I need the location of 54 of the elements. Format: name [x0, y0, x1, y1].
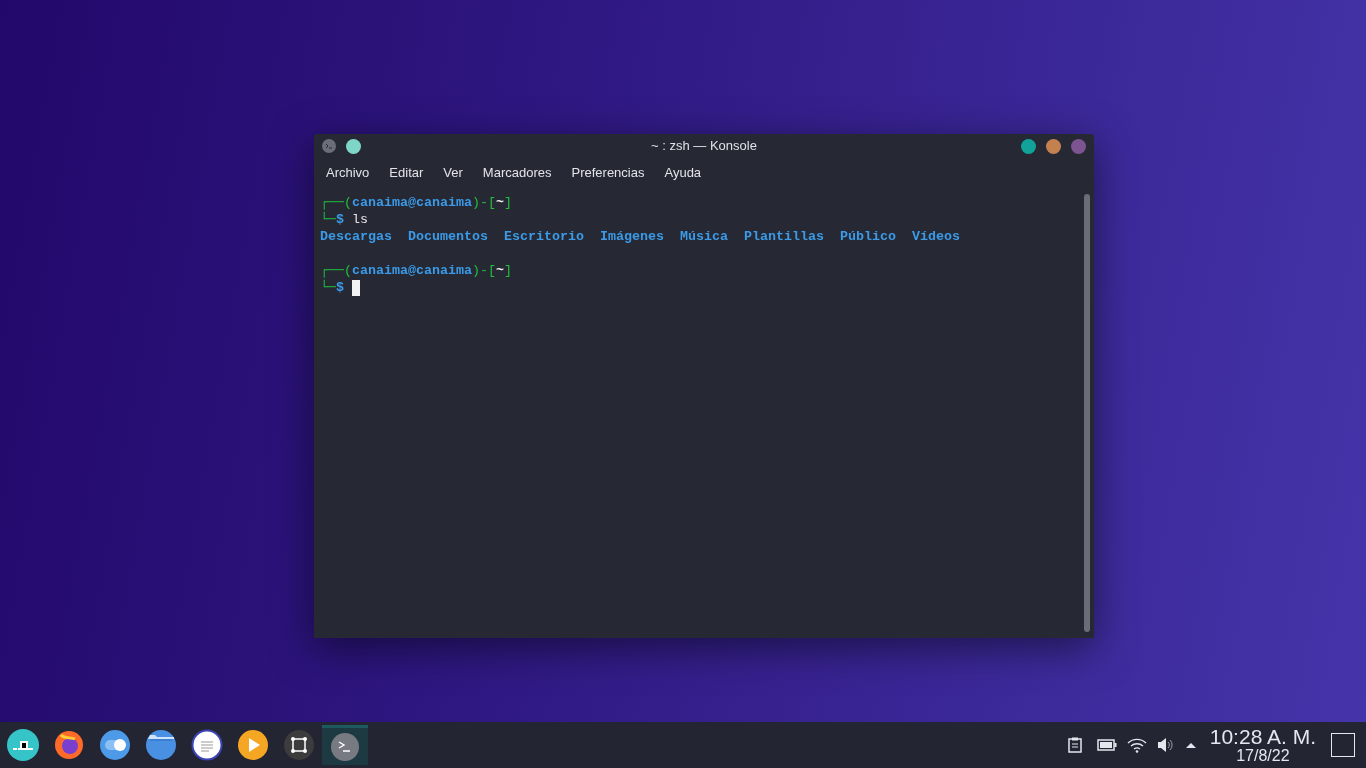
menu-item[interactable]: Editar [381, 161, 432, 185]
prompt-frame: └─ [320, 279, 336, 296]
clock-time[interactable]: 10:28 A. M. [1209, 726, 1316, 747]
directory-name: Imágenes [599, 228, 664, 245]
directory-name: Descargas [320, 228, 392, 245]
prompt-frame: ┌──( [320, 262, 352, 279]
menu-item[interactable]: Ver [435, 161, 471, 185]
menu-item[interactable]: Preferencias [563, 161, 653, 185]
directory-name: Escritorio [503, 228, 584, 245]
app-menu-icon [7, 729, 39, 761]
close-button[interactable] [1071, 138, 1086, 154]
wifi-icon[interactable] [1126, 737, 1147, 753]
menu-item[interactable]: Ayuda [656, 161, 710, 185]
prompt-frame: ┌──( [320, 194, 352, 211]
prompt-path: ~ [496, 194, 504, 211]
show-desktop-button[interactable] [1331, 733, 1355, 757]
menu-item[interactable]: Marcadores [474, 161, 560, 185]
prompt-user: canaima@canaima [352, 262, 472, 279]
speaker-icon[interactable] [1156, 737, 1173, 753]
prompt-path: ~ [496, 262, 504, 279]
terminal-icon [329, 730, 361, 763]
prompt-frame: ] [504, 194, 512, 211]
scrollbar[interactable] [1084, 194, 1090, 632]
window-menu-button[interactable] [322, 139, 336, 153]
prompt-frame: )-[ [472, 262, 496, 279]
pin-button[interactable] [346, 138, 361, 154]
command-text: ls [351, 211, 368, 228]
prompt-user: canaima@canaima [352, 194, 472, 211]
clipboard-icon[interactable] [1067, 737, 1082, 753]
toggle-icon [99, 729, 131, 761]
selection-frame-icon [283, 729, 315, 761]
prompt-user: $ [336, 212, 344, 228]
window-title: ~ : zsh — Konsole [651, 137, 757, 156]
minimize-button[interactable] [1021, 138, 1036, 154]
folder-icon [145, 729, 177, 761]
directory-name: Documentos [408, 228, 488, 245]
clock-date[interactable]: 17/8/22 [1236, 748, 1290, 764]
maximize-button[interactable] [1046, 138, 1061, 154]
prompt-frame: )-[ [472, 194, 496, 211]
prompt-user: $ [336, 280, 344, 296]
play-icon [237, 729, 269, 761]
directory-name: Público [839, 228, 896, 245]
text-cursor [352, 279, 360, 296]
directory-name: Música [679, 228, 728, 245]
battery-icon[interactable] [1096, 739, 1117, 751]
document-icon [191, 729, 223, 761]
directory-name: Plantillas [743, 228, 824, 245]
directory-name: Vídeos [911, 228, 960, 245]
terminal-icon [325, 142, 333, 150]
menu-item[interactable]: Archivo [318, 161, 378, 185]
prompt-frame: └─ [320, 211, 336, 228]
expand-tray-icon[interactable] [1184, 741, 1197, 749]
fox-globe-icon [53, 729, 85, 761]
prompt-frame: ] [504, 262, 512, 279]
